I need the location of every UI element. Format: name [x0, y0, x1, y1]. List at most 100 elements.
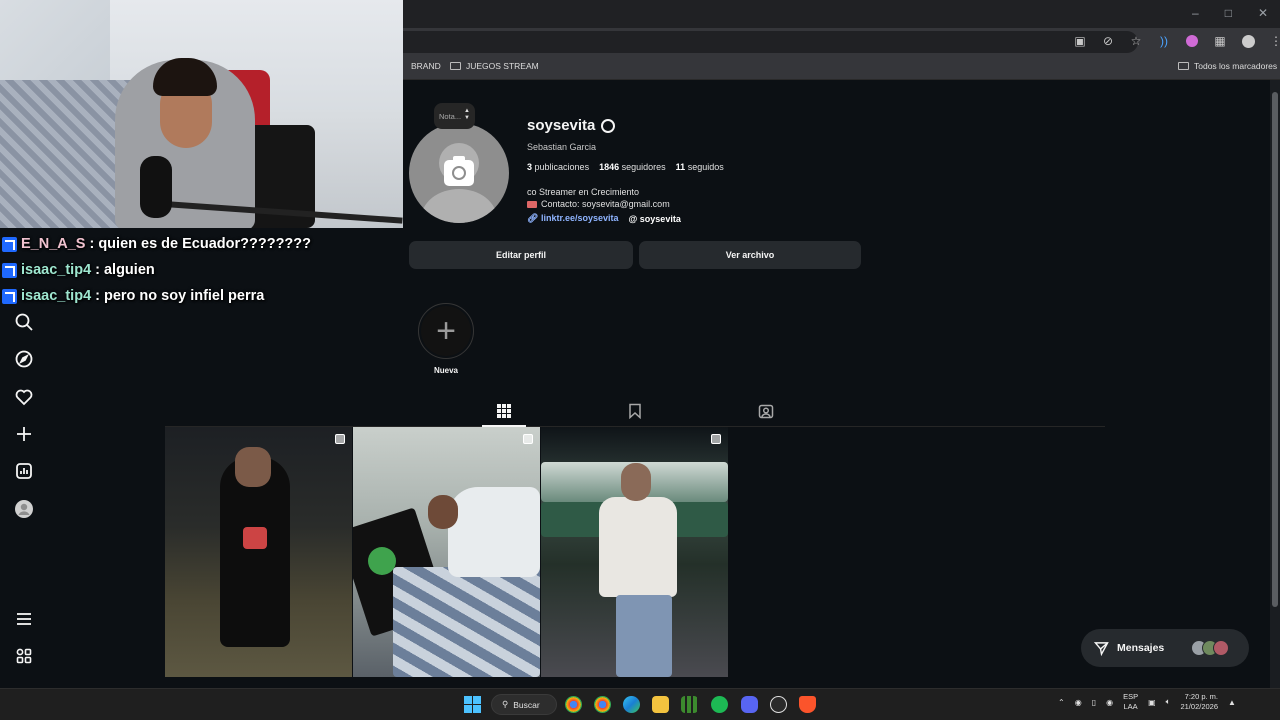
followers-count-number: 1846 — [599, 162, 620, 172]
photo-figure-head — [235, 447, 271, 487]
chat-username: isaac_tip4 — [21, 288, 92, 304]
view-archive-button[interactable]: Ver archivo — [639, 241, 861, 269]
brave-app-icon[interactable] — [799, 696, 816, 713]
language-indicator[interactable]: ESP LAA — [1123, 692, 1138, 712]
photo-jeans — [616, 595, 672, 677]
new-highlight-button[interactable]: + — [418, 303, 474, 359]
microphone-icon[interactable]: ◉ — [1106, 698, 1113, 707]
tab-posts-grid-icon[interactable] — [496, 403, 512, 419]
lang-top: ESP — [1123, 692, 1139, 701]
chrome-app-icon[interactable] — [565, 696, 582, 713]
more-menu-icon[interactable] — [14, 609, 34, 629]
username-text: soysevita — [527, 117, 596, 134]
bookmark-brand[interactable]: BRAND — [411, 61, 441, 71]
dashboard-chart-icon[interactable] — [14, 461, 34, 481]
chevron-up-icon[interactable]: ⌃ — [1058, 698, 1065, 707]
chat-separator: : — [95, 288, 100, 304]
message-avatars — [1191, 640, 1229, 656]
taskbar-search-label: Buscar — [513, 699, 540, 710]
posts-count-number: 3 — [527, 162, 533, 172]
edit-profile-button[interactable]: Editar perfil — [409, 241, 633, 269]
chat-text: quien es de Ecuador???????? — [98, 236, 311, 252]
address-bar[interactable] — [403, 31, 1138, 53]
file-explorer-icon[interactable] — [652, 696, 669, 713]
profile-note-bubble[interactable]: Nota... ▲ ▼ — [434, 103, 475, 129]
prime-badge-icon — [2, 262, 17, 278]
tab-saved-bookmark-icon[interactable] — [627, 403, 643, 420]
messages-button[interactable]: Mensajes — [1081, 629, 1249, 667]
chat-separator: : — [95, 262, 100, 278]
explore-compass-icon[interactable] — [14, 349, 34, 369]
following-count-label: seguidos — [687, 162, 724, 172]
window-controls: – □ ✕ — [1192, 6, 1268, 20]
eye-off-icon[interactable]: ⊘ — [1100, 33, 1116, 49]
bio-link[interactable]: 🔗︎ linktr.ee/soysevita — [527, 213, 619, 224]
discord-app-icon[interactable] — [741, 696, 758, 713]
messages-label: Mensajes — [1117, 642, 1165, 654]
notification-bell-icon[interactable]: ▲ — [1228, 698, 1236, 707]
post-thumbnail[interactable] — [165, 427, 352, 677]
bio-links: 🔗︎ linktr.ee/soysevita @ soysevita — [527, 213, 681, 224]
threads-link[interactable]: @ soysevita — [629, 214, 681, 224]
volume-icon[interactable]: 🔈︎ — [1166, 697, 1171, 707]
profile-avatar-icon[interactable] — [1240, 33, 1256, 49]
scrollbar-thumb[interactable] — [1272, 92, 1278, 607]
close-icon[interactable]: ✕ — [1258, 6, 1268, 20]
prime-badge-icon — [2, 236, 17, 252]
webcam-overlay — [0, 0, 403, 228]
more-menu-icon[interactable]: ⋮ — [1268, 33, 1280, 49]
search-icon[interactable] — [14, 312, 34, 332]
folder-icon — [1178, 62, 1189, 70]
create-plus-icon[interactable] — [14, 424, 34, 444]
star-icon[interactable]: ☆ — [1128, 33, 1144, 49]
settings-gear-icon[interactable] — [601, 118, 616, 133]
bio-contact-text: Contacto: soysevita@gmail.com — [541, 199, 670, 209]
envelope-icon — [527, 200, 537, 208]
extension-wave-icon[interactable]: )) — [1156, 33, 1172, 49]
profile-full-name: Sebastian Garcia — [527, 142, 597, 152]
chrome-app-icon[interactable] — [594, 696, 611, 713]
spotify-app-icon[interactable] — [711, 696, 728, 713]
search-icon: ⚲ — [502, 699, 509, 709]
edge-app-icon[interactable] — [623, 696, 640, 713]
followers-count[interactable]: 1846 seguidores — [599, 162, 666, 172]
meta-apps-icon[interactable] — [14, 646, 34, 666]
prime-badge-icon — [2, 288, 17, 304]
chat-message: E_N_A_S : quien es de Ecuador???????? — [2, 231, 311, 257]
obs-app-icon[interactable] — [770, 696, 787, 713]
bookmark-all[interactable]: Todos los marcadores — [1178, 61, 1277, 71]
network-icon[interactable]: ▣ — [1148, 698, 1156, 707]
clock[interactable]: 7:20 p. m. 21/02/2026 — [1180, 692, 1218, 712]
photo-speaker-light — [368, 547, 396, 575]
profile-avatar-icon[interactable] — [14, 499, 34, 519]
notifications-heart-icon[interactable] — [14, 387, 34, 407]
windows-start-icon[interactable] — [464, 696, 481, 713]
post-thumbnail[interactable] — [541, 427, 728, 677]
extensions-puzzle-icon[interactable]: ▦ — [1212, 33, 1228, 49]
extension-pink-icon[interactable] — [1184, 33, 1200, 49]
send-paper-plane-icon — [1094, 641, 1109, 656]
camera-icon[interactable] — [444, 156, 474, 186]
maximize-icon[interactable]: □ — [1225, 6, 1232, 20]
following-count[interactable]: 11 seguidos — [676, 162, 724, 172]
taskbar-search[interactable]: ⚲ Buscar — [491, 694, 557, 715]
bookmark-juegos-stream[interactable]: JUEGOS STREAM — [450, 61, 539, 71]
bio-line: co Streamer en Crecimiento — [527, 187, 640, 197]
posts-count-label: publicaciones — [534, 162, 590, 172]
posts-count: 3 publicaciones — [527, 162, 589, 172]
note-arrows-icon: ▲ ▼ — [464, 108, 470, 121]
new-highlight-label: Nueva — [433, 366, 458, 375]
minimize-icon[interactable]: – — [1192, 6, 1199, 20]
avatar — [1213, 640, 1229, 656]
bio-link-text: linktr.ee/soysevita — [540, 213, 619, 223]
tab-tagged-icon[interactable] — [758, 403, 774, 419]
post-thumbnail[interactable] — [353, 427, 540, 677]
threads-icon: @ — [628, 213, 638, 224]
chat-username: E_N_A_S — [21, 236, 86, 252]
minecraft-app-icon[interactable] — [681, 696, 698, 713]
cast-icon[interactable]: ▣ — [1072, 33, 1088, 49]
stream-chat-overlay: E_N_A_S : quien es de Ecuador???????? is… — [2, 231, 311, 309]
battery-icon[interactable]: ▯ — [1092, 698, 1096, 707]
link-chain-icon: 🔗︎ — [527, 213, 539, 223]
tray-app-icon[interactable]: ◉ — [1075, 698, 1082, 707]
